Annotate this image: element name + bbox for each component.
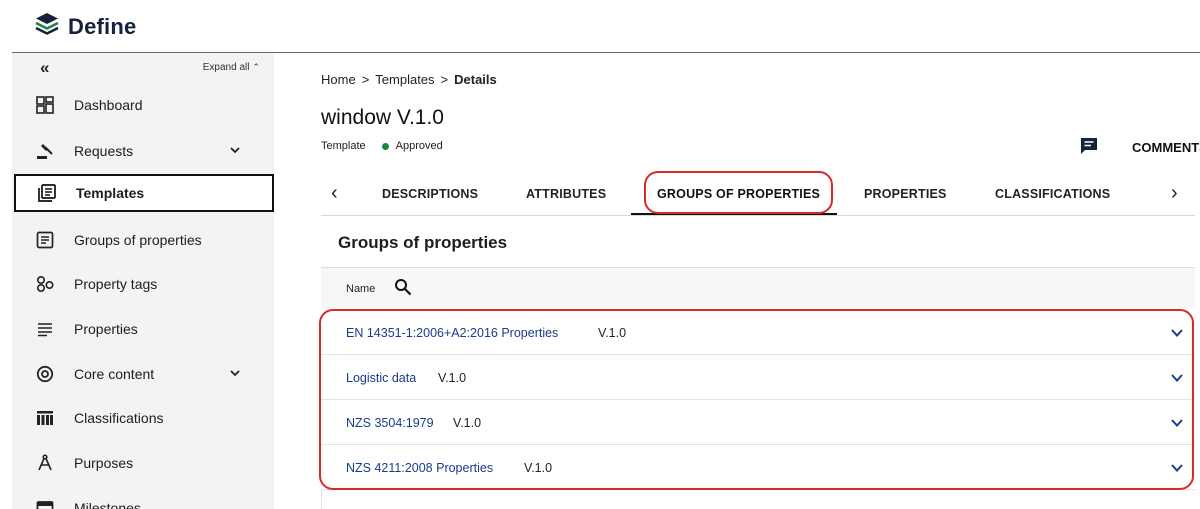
sidebar: « Expand all ⌃ Dashboard Requests Templa… xyxy=(12,53,274,509)
list-box-icon xyxy=(35,230,55,250)
highlight-ring-groups xyxy=(319,309,1194,490)
highlight-ring-tab xyxy=(644,171,833,214)
sidebar-item-properties[interactable]: Properties xyxy=(12,310,274,348)
breadcrumb-details: Details xyxy=(454,72,497,87)
tab-classifications[interactable]: CLASSIFICATIONS xyxy=(995,187,1110,201)
gavel-icon xyxy=(35,141,55,161)
sidebar-item-label: Properties xyxy=(74,321,138,337)
panel-title: Groups of properties xyxy=(338,233,508,252)
sidebar-item-classifications[interactable]: Classifications xyxy=(12,399,274,437)
tabs-scroll-right-icon[interactable]: › xyxy=(1171,182,1178,205)
comments-label: COMMENTS xyxy=(1132,140,1200,155)
sidebar-item-purposes[interactable]: Purposes xyxy=(12,444,274,482)
classification-icon xyxy=(35,408,55,428)
breadcrumb-home[interactable]: Home xyxy=(321,72,356,87)
sidebar-item-label: Core content xyxy=(74,366,155,382)
sidebar-item-label: Dashboard xyxy=(74,97,143,113)
sidebar-item-requests[interactable]: Requests xyxy=(12,132,274,170)
table-footer-partial xyxy=(321,490,1195,509)
sidebar-item-label: Requests xyxy=(74,143,134,159)
sidebar-toolbar: « Expand all ⌃ xyxy=(12,53,274,83)
calendar-icon xyxy=(35,498,55,509)
tab-attributes[interactable]: ATTRIBUTES xyxy=(526,187,606,201)
table-header: Name xyxy=(321,268,1195,308)
tab-properties[interactable]: PROPERTIES xyxy=(864,187,947,201)
compass-icon xyxy=(35,453,55,473)
app-header: Define xyxy=(0,0,1200,52)
chevron-down-icon[interactable] xyxy=(230,368,240,378)
tabs-scroll-left-icon[interactable]: ‹ xyxy=(331,182,338,205)
expand-all-label: Expand all xyxy=(202,62,250,73)
breadcrumb-separator: > xyxy=(440,72,449,87)
sidebar-item-templates[interactable]: Templates xyxy=(14,174,274,212)
sidebar-item-core-content[interactable]: Core content xyxy=(12,355,274,393)
template-meta: Template Approved xyxy=(321,140,443,152)
layers-logo-icon xyxy=(34,12,60,41)
sidebar-item-label: Templates xyxy=(76,185,145,201)
sidebar-item-label: Purposes xyxy=(74,455,134,471)
status-dot-icon xyxy=(381,142,389,150)
sidebar-item-label: Milestones xyxy=(74,500,141,509)
breadcrumb: Home > Templates > Details xyxy=(321,72,497,87)
sidebar-item-property-tags[interactable]: Property tags xyxy=(12,265,274,303)
sidebar-item-groups-of-properties[interactable]: Groups of properties xyxy=(12,221,274,259)
dashboard-icon xyxy=(35,95,55,115)
lines-icon xyxy=(35,319,55,339)
expand-all-button[interactable]: Expand all ⌃ xyxy=(203,62,260,73)
sidebar-item-dashboard[interactable]: Dashboard xyxy=(12,86,274,124)
column-name-label: Name xyxy=(346,283,376,295)
at-target-icon xyxy=(35,364,55,384)
templates-icon xyxy=(37,183,57,203)
sidebar-item-label: Groups of properties xyxy=(74,232,202,248)
sidebar-item-label: Property tags xyxy=(74,276,158,292)
breadcrumb-templates[interactable]: Templates xyxy=(375,72,434,87)
comment-icon xyxy=(1079,136,1099,159)
collapse-sidebar-button[interactable]: « xyxy=(40,58,49,78)
comments-button[interactable]: COMMENTS xyxy=(1046,136,1200,159)
app-name: Define xyxy=(68,13,137,39)
breadcrumb-separator: > xyxy=(361,72,370,87)
tab-descriptions[interactable]: DESCRIPTIONS xyxy=(382,187,478,201)
page-title: window V.1.0 xyxy=(321,106,444,129)
status-badge: Approved xyxy=(395,140,443,152)
define-logo[interactable]: Define xyxy=(34,12,136,41)
sidebar-item-label: Classifications xyxy=(74,410,164,426)
chevron-down-icon[interactable] xyxy=(230,145,240,155)
template-type: Template xyxy=(321,140,366,152)
sidebar-item-milestones[interactable]: Milestones xyxy=(12,489,274,509)
unfold-icon: ⌃ xyxy=(252,62,260,72)
tags-icon xyxy=(35,274,55,294)
search-icon[interactable] xyxy=(394,278,412,296)
